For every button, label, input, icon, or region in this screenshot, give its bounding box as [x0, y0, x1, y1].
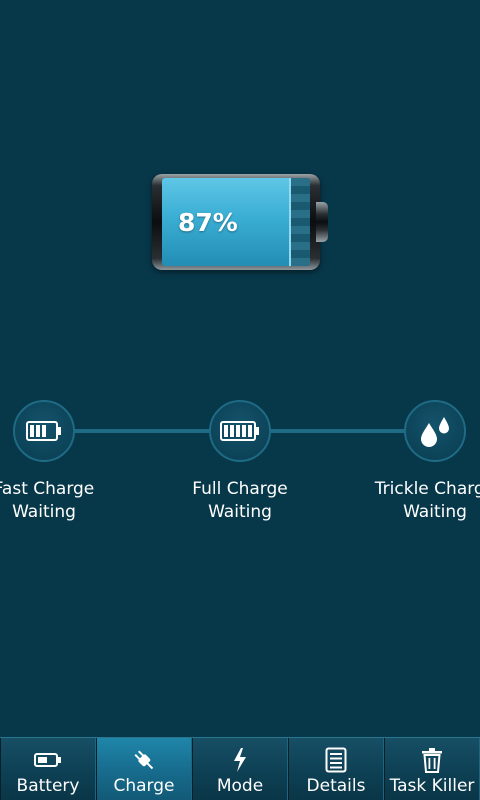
tab-mode-label: Mode [216, 776, 264, 796]
stage-full-charge: Full Charge Waiting [160, 400, 320, 524]
tab-charge-label: Charge [113, 776, 175, 796]
stage-full-charge-title: Full Charge [192, 479, 288, 499]
stage-full-charge-circle [209, 400, 271, 462]
bottom-tab-bar: Battery Charge Mode Details Task Killer [0, 737, 480, 800]
stage-full-charge-status: Waiting [208, 502, 272, 522]
lightning-icon [231, 745, 249, 775]
battery-shell: 87% [152, 174, 320, 270]
stage-trickle-charge: Trickle Charge Waiting [355, 400, 480, 524]
stage-fast-charge-title: Fast Charge [0, 479, 95, 499]
trash-icon [421, 745, 443, 775]
battery-empty-area [290, 178, 310, 266]
battery-inner: 87% [162, 178, 310, 266]
battery-terminal-cap [316, 202, 328, 242]
stage-full-charge-label: Full Charge Waiting [160, 478, 320, 524]
stage-fast-charge-status: Waiting [12, 502, 76, 522]
tab-battery[interactable]: Battery [0, 738, 96, 800]
tab-details[interactable]: Details [288, 738, 384, 800]
battery-gauge: 87% [152, 174, 328, 270]
battery-percent-label: 87% [178, 208, 238, 237]
tab-task-killer-label: Task Killer [389, 776, 475, 796]
tab-charge[interactable]: Charge [96, 738, 192, 800]
stage-fast-charge-label: Fast Charge Waiting [0, 478, 124, 524]
stage-trickle-charge-status: Waiting [403, 502, 467, 522]
stage-fast-charge: Fast Charge Waiting [0, 400, 124, 524]
tab-mode[interactable]: Mode [192, 738, 288, 800]
stage-trickle-charge-circle [404, 400, 466, 462]
battery-icon [34, 745, 62, 775]
tab-task-killer[interactable]: Task Killer [384, 738, 480, 800]
tab-details-label: Details [306, 776, 366, 796]
droplets-icon [421, 417, 449, 447]
stage-trickle-charge-label: Trickle Charge Waiting [355, 478, 480, 524]
stage-trickle-charge-title: Trickle Charge [374, 479, 480, 499]
tab-battery-label: Battery [16, 776, 80, 796]
battery-low-icon [26, 421, 61, 441]
list-icon [325, 745, 347, 775]
plug-icon [131, 745, 157, 775]
stage-fast-charge-circle [13, 400, 75, 462]
battery-full-icon [220, 421, 259, 441]
